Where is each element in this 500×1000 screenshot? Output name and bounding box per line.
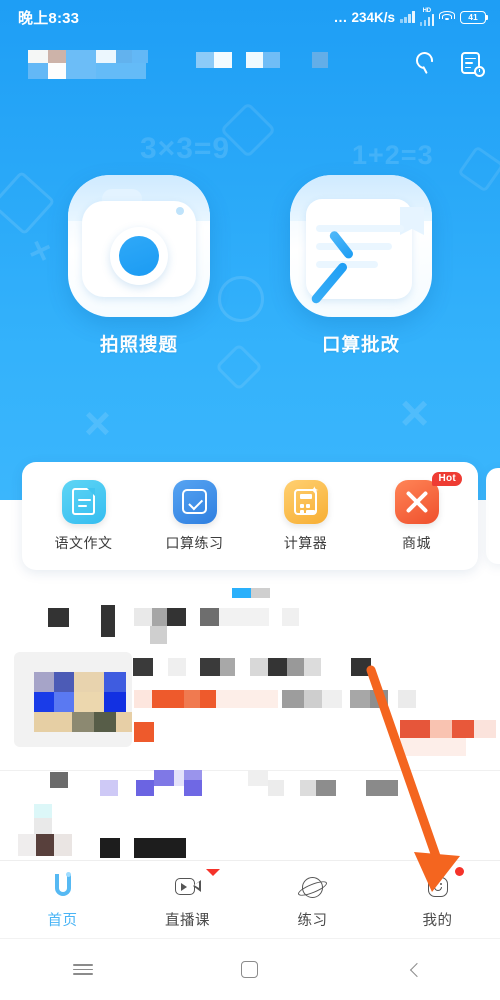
shortcut-card-peek[interactable] [486, 468, 500, 564]
shortcut-math-practice[interactable]: 口算练习 [139, 479, 250, 553]
feed-tab-indicator[interactable] [232, 588, 270, 598]
entry-math-correction-label: 口算批改 [321, 334, 400, 355]
header-title-censored [14, 46, 334, 80]
watermark-symbol-2: × [400, 385, 430, 441]
tab-live-class-label: 直播课 [165, 912, 210, 929]
battery-level-label: 41 [468, 12, 478, 22]
cross-tools-icon [394, 479, 439, 524]
watermark-equation-2: 1+2=3 [352, 140, 434, 170]
hd-signal-icon: HD [419, 8, 434, 26]
history-document-icon[interactable] [460, 51, 485, 77]
wifi-icon [439, 11, 455, 23]
check-paper-icon [290, 175, 432, 317]
shortcut-chinese-essay-label: 语文作文 [54, 534, 113, 551]
feed-thumbnail-censored [14, 652, 132, 747]
home-square-icon[interactable] [222, 953, 278, 987]
shortcut-calculator[interactable]: ✦ 计算器 [250, 479, 361, 553]
shortcut-math-practice-label: 口算练习 [165, 534, 224, 551]
search-icon[interactable] [412, 48, 438, 75]
header-actions [412, 48, 485, 77]
status-indicators: … 234K/s HD 41 [333, 8, 488, 26]
menu-icon[interactable] [55, 953, 111, 987]
home-icon [48, 871, 78, 902]
watermark-symbol-1: × [84, 397, 111, 449]
content-feed-censored[interactable] [0, 572, 500, 860]
tab-home-label: 首页 [47, 912, 78, 929]
status-bar: 晚上8:33 … 234K/s HD 41 [0, 0, 500, 34]
status-time: 晚上8:33 [18, 9, 80, 27]
battery-icon: 41 [460, 10, 488, 24]
tab-home[interactable]: 首页 [0, 861, 125, 938]
entry-photo-search[interactable]: 拍照搜题 [68, 175, 210, 357]
tab-mine[interactable]: 我的 [375, 861, 500, 938]
tab-practice[interactable]: 练习 [250, 861, 375, 938]
network-speed-label: 234K/s [351, 9, 395, 25]
tab-live-class[interactable]: 直播课 [125, 861, 250, 938]
hero-entry-group: 拍照搜题 口算批改 [0, 175, 500, 357]
mine-notification-dot [455, 867, 464, 876]
watermark-equation-1: 3×3=9 [140, 132, 231, 165]
back-chevron-icon[interactable] [389, 953, 445, 987]
app-header [0, 38, 500, 88]
document-icon [61, 479, 106, 524]
signal-bars-icon [400, 11, 415, 23]
shortcut-calculator-label: 计算器 [283, 534, 328, 551]
entry-math-correction[interactable]: 口算批改 [290, 175, 432, 357]
camera-icon [68, 175, 210, 317]
tab-practice-label: 练习 [297, 912, 328, 929]
ellipsis-icon: … [333, 9, 347, 25]
checkbox-icon [172, 479, 217, 524]
shortcut-mall-label: 商城 [402, 534, 431, 551]
entry-photo-search-label: 拍照搜题 [99, 334, 178, 355]
smiley-face-icon [423, 874, 453, 902]
bottom-tab-bar: 首页 直播课 练习 我的 [0, 860, 500, 938]
app-screen: 3×3=9 1+2=3 × × × 晚上8:33 … 234K/s HD 41 [0, 0, 500, 1000]
live-video-icon [173, 874, 203, 902]
planet-icon [295, 874, 329, 902]
calculator-icon: ✦ [283, 479, 328, 524]
shortcut-card: 语文作文 口算练习 ✦ 计算器 Hot 商城 [22, 462, 478, 570]
shortcut-mall[interactable]: Hot 商城 [361, 471, 472, 553]
system-navigation-bar [0, 938, 500, 1000]
hot-badge: Hot [432, 471, 462, 486]
tab-mine-label: 我的 [422, 912, 453, 929]
shortcut-chinese-essay[interactable]: 语文作文 [28, 479, 139, 553]
live-class-badge [206, 869, 220, 876]
